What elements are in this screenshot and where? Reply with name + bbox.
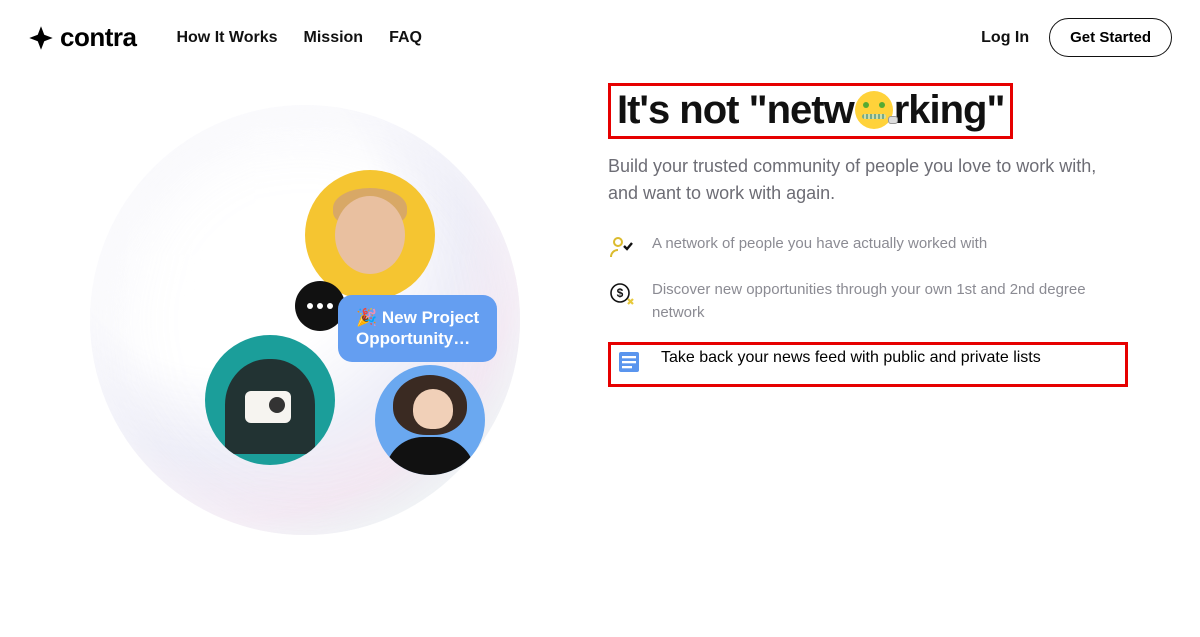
subtitle: Build your trusted community of people y… [608, 153, 1128, 207]
card-line1: New Project [382, 308, 479, 327]
feature-2-text: Discover new opportunities through your … [652, 279, 1128, 324]
avatar-3 [375, 365, 485, 475]
person-check-icon [608, 235, 634, 261]
get-started-button[interactable]: Get Started [1049, 18, 1172, 57]
headline-highlight: It's not "netw rking" [608, 83, 1013, 139]
zipper-mouth-emoji-icon [855, 91, 893, 129]
login-link[interactable]: Log In [981, 29, 1029, 47]
header-left: contra How It Works Mission FAQ [28, 22, 422, 53]
nav-how-it-works[interactable]: How It Works [176, 29, 277, 47]
feature-1: A network of people you have actually wo… [608, 233, 1128, 261]
svg-text:$: $ [617, 286, 624, 300]
feature-3-highlight: Take back your news feed with public and… [608, 342, 1128, 387]
headline-pre: It's not "netw [617, 88, 854, 132]
dollar-icon: $ [608, 281, 634, 307]
hero-copy: It's not "netw rking" Build your trusted … [600, 75, 1170, 595]
nav-mission[interactable]: Mission [304, 29, 364, 47]
hero-illustration: 🎉 New Project Opportunity… [30, 75, 600, 595]
feature-2: $ Discover new opportunities through you… [608, 279, 1128, 324]
list-icon [617, 349, 643, 380]
logo-icon [28, 25, 54, 51]
main-nav: How It Works Mission FAQ [176, 29, 422, 47]
avatar-2 [205, 335, 335, 465]
content: 🎉 New Project Opportunity… It's not "net… [0, 75, 1200, 595]
logo[interactable]: contra [28, 22, 136, 53]
header: contra How It Works Mission FAQ Log In G… [0, 0, 1200, 75]
feature-3-text: Take back your news feed with public and… [661, 349, 1041, 367]
nav-faq[interactable]: FAQ [389, 29, 422, 47]
header-right: Log In Get Started [981, 18, 1172, 57]
party-emoji-icon: 🎉 [356, 308, 377, 327]
feature-1-text: A network of people you have actually wo… [652, 233, 987, 256]
headline: It's not "netw rking" [617, 88, 1004, 132]
headline-post: rking" [894, 88, 1005, 132]
logo-text: contra [60, 22, 136, 53]
card-line2: Opportunity… [356, 329, 470, 348]
opportunity-card: 🎉 New Project Opportunity… [338, 295, 497, 362]
